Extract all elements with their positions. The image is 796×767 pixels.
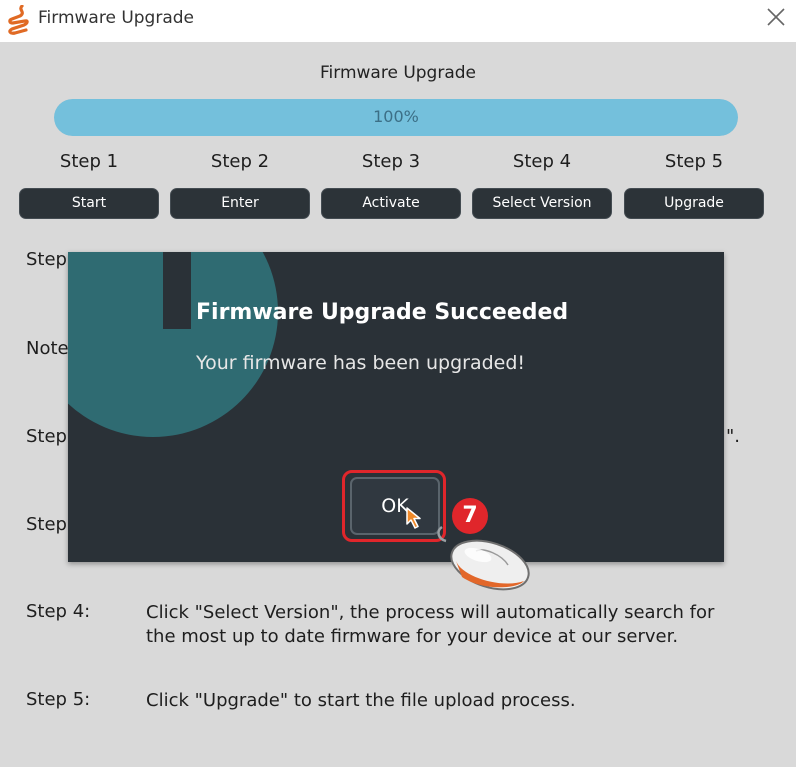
flame-logo-icon [8,5,29,35]
step-4: Step 4 Select Version [472,151,612,219]
step-2: Step 2 Enter [170,151,310,219]
instruction-step-partial: Step [26,514,67,535]
progress-bar: 100% [54,99,738,136]
step-1: Step 1 Start [19,151,159,219]
step-label: Step 2 [210,151,270,172]
title-bar: Firmware Upgrade [0,0,796,42]
info-icon [68,252,278,437]
step5-label: Step 5: [26,689,91,710]
instruction-step-partial: Step [26,249,67,270]
step-label: Step 3 [361,151,421,172]
info-icon-bar [163,252,191,329]
activate-button[interactable]: Activate [321,188,461,219]
select-version-button[interactable]: Select Version [472,188,612,219]
enter-button[interactable]: Enter [170,188,310,219]
step4-label: Step 4: [26,601,91,622]
progress-label: 100% [373,107,419,126]
close-icon[interactable] [765,6,787,28]
dialog-message: Your firmware has been upgraded! [196,352,526,374]
mouse-icon [437,525,530,591]
step5-text: Click "Upgrade" to start the file upload… [146,690,576,711]
upgrade-button[interactable]: Upgrade [624,188,764,219]
step4-text: Click "Select Version", the process will… [146,602,715,647]
step-5: Step 5 Upgrade [624,151,764,219]
window-title: Firmware Upgrade [38,8,194,28]
dialog-title: Firmware Upgrade Succeeded [196,300,569,325]
step-label: Step 5 [664,151,724,172]
step-label: Step 1 [59,151,119,172]
instruction-note-partial: Note [26,338,69,359]
page-title: Firmware Upgrade [320,63,476,83]
step-3: Step 3 Activate [321,151,461,219]
instruction-step-partial: Step [26,426,67,447]
start-button[interactable]: Start [19,188,159,219]
step-label: Step 4 [512,151,572,172]
cursor-icon [406,507,421,529]
instruction-suffix-partial: ". [726,426,741,447]
